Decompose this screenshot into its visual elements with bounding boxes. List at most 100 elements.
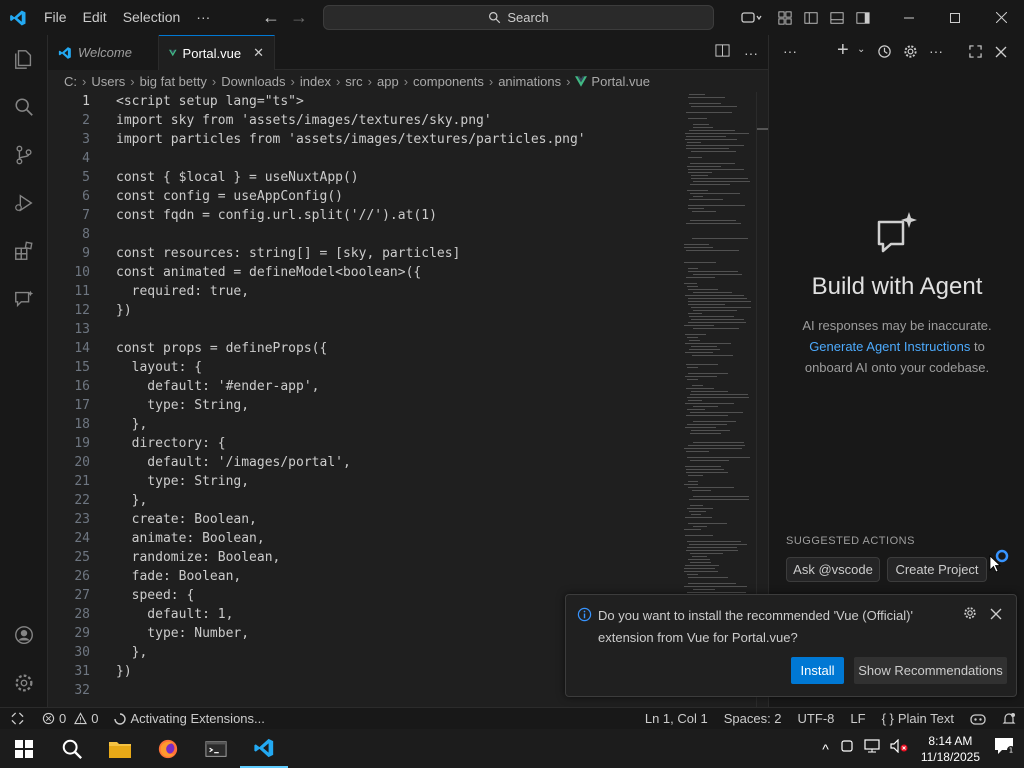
code-line[interactable]: 13 (48, 320, 688, 339)
explorer-icon[interactable] (0, 35, 48, 83)
tab-close-icon[interactable]: ✕ (253, 45, 264, 61)
notification-settings-gear-icon[interactable] (963, 606, 977, 625)
tab-welcome[interactable]: Welcome (48, 35, 159, 70)
code-line[interactable]: 16 default: '#ender-app', (48, 377, 688, 396)
code-line[interactable]: 21 type: String, (48, 472, 688, 491)
breadcrumb-item[interactable]: big fat betty (140, 74, 207, 89)
more-actions-icon[interactable]: ··· (744, 45, 758, 61)
code-line[interactable]: 8 (48, 225, 688, 244)
code-line[interactable]: 6 const config = useAppConfig() (48, 187, 688, 206)
problems-indicator[interactable]: 0 0 (34, 711, 106, 726)
code-line[interactable]: 1 <script setup lang="ts"> (48, 92, 688, 111)
end-of-line[interactable]: LF (842, 711, 873, 726)
maximize-panel-icon[interactable] (969, 45, 982, 63)
chat-overflow-icon[interactable]: ··· (929, 43, 943, 59)
remote-indicator-icon[interactable] (0, 712, 34, 725)
code-line[interactable]: 17 type: String, (48, 396, 688, 415)
split-editor-icon[interactable] (715, 43, 730, 63)
menu-file[interactable]: File (36, 0, 75, 35)
close-window-icon[interactable] (978, 0, 1024, 35)
minimize-icon[interactable] (886, 0, 932, 35)
breadcrumb-item[interactable]: src (345, 74, 362, 89)
layout-customize-icon[interactable] (772, 0, 798, 35)
run-debug-icon[interactable] (0, 179, 48, 227)
code-line[interactable]: 14 const props = defineProps({ (48, 339, 688, 358)
network-icon[interactable] (859, 739, 885, 758)
code-line[interactable]: 11 required: true, (48, 282, 688, 301)
maximize-icon[interactable] (932, 0, 978, 35)
taskbar-search-icon[interactable] (48, 729, 96, 768)
code-line[interactable]: 4 (48, 149, 688, 168)
breadcrumb-item[interactable]: app (377, 74, 399, 89)
code-line[interactable]: 25 randomize: Boolean, (48, 548, 688, 567)
windows-start-icon[interactable] (0, 729, 48, 768)
code-line[interactable]: 23 create: Boolean, (48, 510, 688, 529)
code-line[interactable]: 18 }, (48, 415, 688, 434)
breadcrumb-item[interactable]: C: (64, 74, 77, 89)
firefox-icon[interactable] (144, 729, 192, 768)
indentation[interactable]: Spaces: 2 (716, 711, 790, 726)
menu-edit[interactable]: Edit (75, 0, 115, 35)
breadcrumb-item[interactable]: index (300, 74, 331, 89)
toggle-panel-icon[interactable] (824, 0, 850, 35)
security-icon[interactable] (835, 739, 859, 758)
new-chat-icon[interactable]: + (837, 39, 849, 62)
code-line[interactable]: 10 const animated = defineModel<boolean>(… (48, 263, 688, 282)
chat-icon[interactable] (0, 275, 48, 323)
terminal-icon[interactable] (192, 729, 240, 768)
tab-portal-vue[interactable]: Portal.vue ✕ (159, 35, 275, 70)
notifications-bell-icon[interactable] (994, 712, 1024, 726)
close-panel-icon[interactable] (995, 45, 1007, 63)
breadcrumb-item[interactable]: components (413, 74, 484, 89)
copilot-chat-icon[interactable] (732, 0, 772, 35)
toggle-primary-sidebar-icon[interactable] (798, 0, 824, 35)
account-icon[interactable] (0, 611, 48, 659)
code-line[interactable]: 9 const resources: string[] = [sky, parti… (48, 244, 688, 263)
create-project-button[interactable]: Create Project (887, 557, 987, 582)
breadcrumb-item[interactable]: Users (91, 74, 125, 89)
code-line[interactable]: 2 import sky from 'assets/images/textures… (48, 111, 688, 130)
system-clock[interactable]: 8:14 AM 11/18/2025 (913, 733, 988, 765)
back-arrow-icon[interactable]: ← (262, 7, 280, 28)
source-control-icon[interactable] (0, 131, 48, 179)
chevron-up-icon[interactable]: ^ (816, 741, 835, 757)
manage-gear-icon[interactable] (0, 659, 48, 707)
file-explorer-icon[interactable] (96, 729, 144, 768)
toggle-secondary-sidebar-icon[interactable] (850, 0, 876, 35)
history-icon[interactable] (877, 44, 892, 64)
code-line[interactable]: 3 import particles from 'assets/images/te… (48, 130, 688, 149)
code-line[interactable]: 26 fade: Boolean, (48, 567, 688, 586)
breadcrumb-item[interactable]: Portal.vue (591, 74, 650, 89)
notification-center-icon[interactable]: 1 (988, 737, 1024, 760)
code-line[interactable]: 15 layout: { (48, 358, 688, 377)
chat-more-icon[interactable]: ··· (783, 43, 797, 59)
code-line[interactable]: 19 directory: { (48, 434, 688, 453)
install-button[interactable]: Install (791, 657, 844, 684)
volume-muted-icon[interactable] (885, 738, 913, 758)
encoding[interactable]: UTF-8 (790, 711, 843, 726)
generate-instructions-link[interactable]: Generate Agent Instructions (809, 339, 970, 354)
code-line[interactable]: 20 default: '/images/portal', (48, 453, 688, 472)
command-center-search[interactable]: Search (323, 5, 714, 30)
code-line[interactable]: 22 }, (48, 491, 688, 510)
language-mode[interactable]: { } Plain Text (874, 711, 962, 726)
code-line[interactable]: 12}) (48, 301, 688, 320)
settings-gear-icon[interactable] (903, 44, 918, 64)
breadcrumb-item[interactable]: animations (498, 74, 561, 89)
forward-arrow-icon[interactable]: → (290, 7, 308, 28)
search-view-icon[interactable] (0, 83, 48, 131)
extensions-icon[interactable] (0, 227, 48, 275)
menu-selection[interactable]: Selection (115, 0, 189, 35)
copilot-status-icon[interactable] (962, 712, 994, 726)
show-recommendations-button[interactable]: Show Recommendations (854, 657, 1007, 684)
menu-more[interactable]: ··· (188, 0, 218, 35)
chevron-down-icon[interactable]: ⌄ (857, 44, 865, 55)
code-line[interactable]: 5 const { $local } = useNuxtApp() (48, 168, 688, 187)
cursor-position[interactable]: Ln 1, Col 1 (637, 711, 716, 726)
code-line[interactable]: 24 animate: Boolean, (48, 529, 688, 548)
notification-close-icon[interactable] (990, 607, 1002, 625)
code-line[interactable]: 7 const fqdn = config.url.split('//').at(… (48, 206, 688, 225)
vscode-taskbar-icon[interactable] (240, 729, 288, 768)
ask-vscode-button[interactable]: Ask @vscode (786, 557, 880, 582)
breadcrumb-item[interactable]: Downloads (221, 74, 285, 89)
